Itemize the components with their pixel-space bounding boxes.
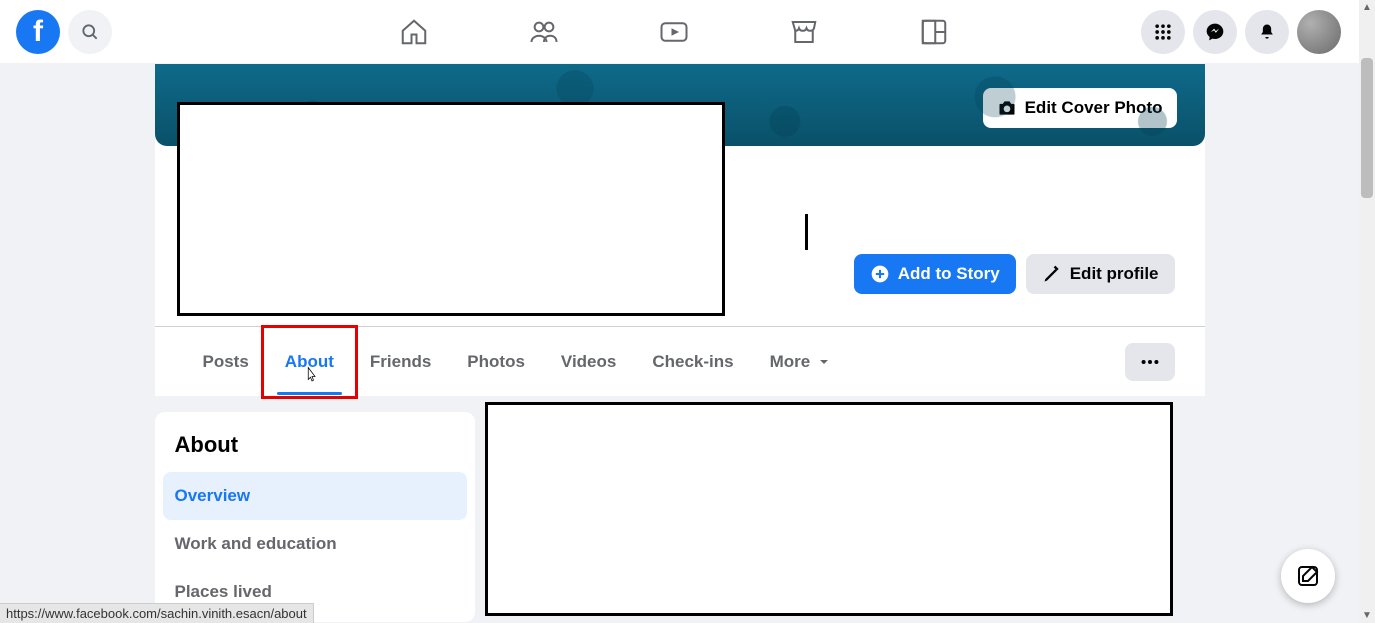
messenger-button[interactable] [1193,10,1237,54]
home-icon [399,17,429,47]
compose-button[interactable] [1281,549,1335,603]
tab-overflow-button[interactable] [1125,343,1175,381]
text-caret [805,214,808,250]
nav-friends[interactable] [529,17,559,47]
top-nav-center [399,17,949,47]
camera-icon [997,98,1017,118]
profile-tabs: Posts About Friends Photos Videos Check-… [185,327,851,396]
menu-button[interactable] [1141,10,1185,54]
about-section: About Overview Work and education Places… [155,412,1205,622]
tab-posts[interactable]: Posts [185,327,267,396]
nav-marketplace[interactable] [789,17,819,47]
edit-cover-button[interactable]: Edit Cover Photo [983,88,1177,128]
profile-tabs-row: Posts About Friends Photos Videos Check-… [155,326,1205,396]
account-avatar[interactable] [1297,10,1341,54]
content-area: Edit Cover Photo Add to Story Edit profi… [0,64,1359,623]
top-nav-right [1141,10,1375,54]
tab-more[interactable]: More [752,327,851,396]
nav-groups[interactable] [919,17,949,47]
profile-container: Edit Cover Photo Add to Story Edit profi… [155,64,1205,622]
watch-icon [659,17,689,47]
profile-actions: Add to Story Edit profile [854,254,1175,294]
scroll-up-arrow[interactable]: ▲ [1362,2,1372,13]
edit-profile-button[interactable]: Edit profile [1026,254,1175,294]
top-nav: f [0,0,1375,64]
status-bar-url: https://www.facebook.com/sachin.vinith.e… [0,603,314,623]
notifications-button[interactable] [1245,10,1289,54]
scroll-down-arrow[interactable]: ▼ [1362,610,1372,621]
about-title: About [163,428,467,472]
tab-videos[interactable]: Videos [543,327,634,396]
about-item-work-education[interactable]: Work and education [163,520,467,568]
marketplace-icon [789,17,819,47]
about-item-overview[interactable]: Overview [163,472,467,520]
tab-photos[interactable]: Photos [449,327,543,396]
redacted-overview-panel [485,402,1173,616]
groups-icon [919,17,949,47]
tab-about[interactable]: About [267,327,352,396]
search-button[interactable] [68,10,112,54]
ellipsis-icon [1139,351,1161,373]
edit-cover-label: Edit Cover Photo [1025,98,1163,118]
nav-watch[interactable] [659,17,689,47]
about-sidebar: About Overview Work and education Places… [155,412,475,622]
scroll-thumb[interactable] [1361,58,1373,198]
friends-icon [529,17,559,47]
nav-home[interactable] [399,17,429,47]
vertical-scrollbar[interactable]: ▲ ▼ [1359,0,1375,623]
compose-icon [1296,564,1320,588]
redacted-profile-block [177,102,725,316]
cover-area: Edit Cover Photo Add to Story Edit profi… [155,64,1205,396]
profile-header: Add to Story Edit profile [155,146,1205,326]
search-icon [80,22,100,42]
caret-down-icon [816,354,832,370]
add-to-story-button[interactable]: Add to Story [854,254,1016,294]
tab-checkins[interactable]: Check-ins [634,327,751,396]
menu-icon [1153,22,1173,42]
edit-profile-label: Edit profile [1070,264,1159,284]
messenger-icon [1205,22,1225,42]
top-nav-left: f [0,10,112,54]
plus-circle-icon [870,264,890,284]
notifications-icon [1257,22,1277,42]
tab-friends[interactable]: Friends [352,327,449,396]
pencil-icon [1042,264,1062,284]
add-to-story-label: Add to Story [898,264,1000,284]
facebook-logo[interactable]: f [16,10,60,54]
